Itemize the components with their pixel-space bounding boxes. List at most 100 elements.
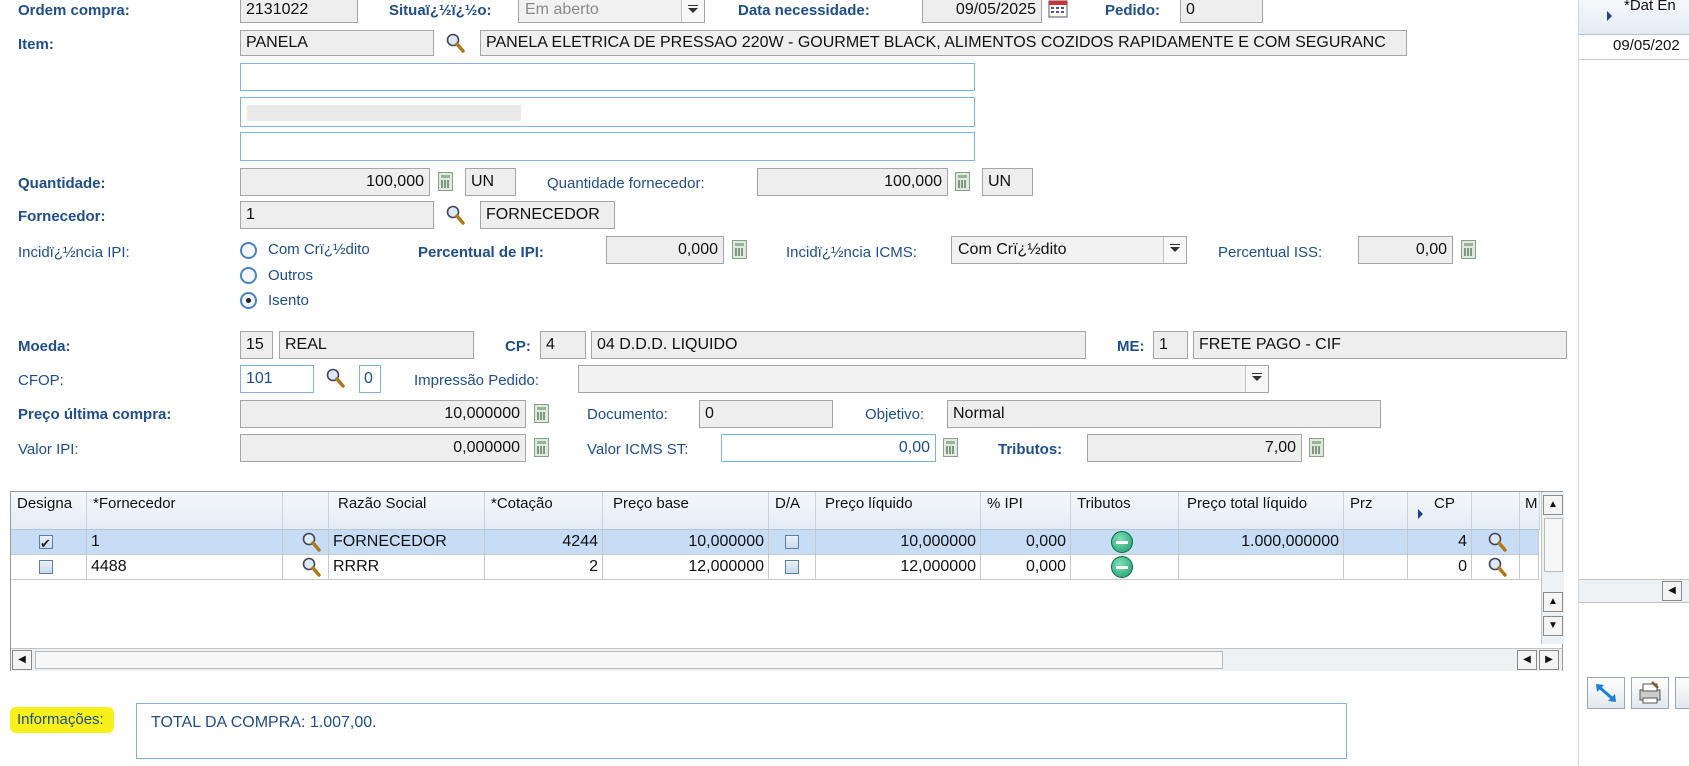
data-necessidade-field[interactable]: 09/05/2025 bbox=[922, 0, 1042, 23]
scroll-left-icon[interactable]: ◀ bbox=[12, 650, 32, 670]
search-icon[interactable] bbox=[301, 557, 321, 577]
fornecedor-cell[interactable]: 4488 bbox=[87, 555, 283, 580]
scroll-left-icon[interactable]: ◀ bbox=[1662, 581, 1682, 601]
prz-cell[interactable] bbox=[1344, 530, 1408, 555]
table-row[interactable]: 1 FORNECEDOR 4244 10,000000 10,000000 0,… bbox=[11, 530, 1539, 555]
column-header-preco-total-liquido[interactable]: Preço total líquido bbox=[1179, 492, 1344, 530]
column-header-preco-base[interactable]: Preço base bbox=[603, 492, 769, 530]
lookup-cell[interactable] bbox=[283, 530, 329, 555]
print-settings-button[interactable] bbox=[1631, 677, 1669, 709]
calculator-icon[interactable] bbox=[1461, 240, 1476, 259]
side-panel-row[interactable]: 09/05/202 bbox=[1579, 34, 1689, 60]
scroll-right-icon[interactable]: ▶ bbox=[1539, 650, 1559, 670]
calculator-icon[interactable] bbox=[1309, 438, 1324, 457]
column-header-m[interactable]: M bbox=[1520, 492, 1540, 530]
search-icon[interactable] bbox=[445, 33, 465, 53]
pedido-field[interactable]: 0 bbox=[1180, 0, 1263, 23]
column-header-prz[interactable]: Prz bbox=[1344, 492, 1408, 530]
search-icon[interactable] bbox=[325, 368, 345, 388]
cp-cell[interactable]: 4 bbox=[1408, 530, 1472, 555]
designa-checkbox[interactable] bbox=[39, 560, 53, 574]
search-icon[interactable] bbox=[445, 205, 465, 225]
tributos-icon[interactable] bbox=[1111, 556, 1133, 578]
table-row[interactable]: 4488 RRRR 2 12,000000 12,000000 0,000 0 bbox=[11, 555, 1539, 580]
column-header-ipi[interactable]: % IPI bbox=[981, 492, 1071, 530]
vertical-scroll-thumb[interactable] bbox=[1544, 518, 1563, 572]
calculator-icon[interactable] bbox=[534, 404, 549, 423]
calculator-icon[interactable] bbox=[438, 172, 453, 191]
preco-base-cell[interactable]: 12,000000 bbox=[603, 555, 769, 580]
valor-icms-st-field[interactable]: 0,00 bbox=[721, 434, 936, 462]
column-header-fornecedor[interactable]: *Fornecedor bbox=[87, 492, 283, 530]
quantidade-fornecedor-field[interactable]: 100,000 bbox=[757, 168, 948, 196]
impressao-pedido-select[interactable] bbox=[578, 365, 1269, 393]
da-checkbox[interactable] bbox=[785, 560, 799, 574]
cp-cell[interactable]: 0 bbox=[1408, 555, 1472, 580]
me-code-field[interactable]: 1 bbox=[1153, 331, 1188, 359]
tributos-icon[interactable] bbox=[1111, 531, 1133, 553]
lookup-cell[interactable] bbox=[283, 555, 329, 580]
cfop-code-field[interactable]: 101 bbox=[240, 365, 314, 393]
horizontal-scrollbar[interactable]: ◀ ◀ ▶ bbox=[11, 648, 1562, 671]
fornecedor-cell[interactable]: 1 bbox=[87, 530, 283, 555]
tributos-cell[interactable] bbox=[1071, 530, 1179, 555]
column-header-tributos[interactable]: Tributos bbox=[1071, 492, 1179, 530]
column-header-cp[interactable]: CP bbox=[1408, 492, 1472, 530]
item-text-line-3[interactable] bbox=[240, 132, 975, 161]
ordem-compra-field[interactable]: 2131022 bbox=[240, 0, 358, 23]
item-description-field[interactable]: PANELA ELETRICA DE PRESSAO 220W - GOURME… bbox=[480, 30, 1407, 56]
percentual-ipi-field[interactable]: 0,000 bbox=[606, 236, 724, 264]
column-header-cotacao[interactable]: *Cotação bbox=[485, 492, 603, 530]
ipi-cell[interactable]: 0,000 bbox=[981, 530, 1071, 555]
percentual-iss-field[interactable]: 0,00 bbox=[1358, 236, 1453, 264]
horizontal-scroll-thumb[interactable] bbox=[35, 651, 1223, 669]
preco-liquido-cell[interactable]: 10,000000 bbox=[816, 530, 981, 555]
designa-checkbox[interactable] bbox=[39, 532, 53, 554]
cp-code-field[interactable]: 4 bbox=[540, 331, 586, 359]
column-header-designa[interactable]: Designa bbox=[11, 492, 87, 530]
informacoes-textarea[interactable]: TOTAL DA COMPRA: 1.007,00. bbox=[136, 703, 1347, 759]
column-header-lookup[interactable] bbox=[283, 492, 329, 530]
radio-ipi-com-credito[interactable] bbox=[240, 242, 257, 259]
column-header-razao-social[interactable]: Razão Social bbox=[329, 492, 485, 530]
chevron-down-icon[interactable] bbox=[1245, 366, 1268, 392]
chevron-down-icon[interactable] bbox=[1163, 237, 1186, 263]
cfop-sub-field[interactable]: 0 bbox=[359, 365, 381, 393]
preco-base-cell[interactable]: 10,000000 bbox=[603, 530, 769, 555]
item-text-line-1[interactable] bbox=[240, 63, 975, 91]
ipi-cell[interactable]: 0,000 bbox=[981, 555, 1071, 580]
column-header-da[interactable]: D/A bbox=[769, 492, 816, 530]
search-icon[interactable] bbox=[1487, 532, 1507, 552]
m-cell[interactable] bbox=[1520, 555, 1539, 580]
scroll-left-icon[interactable]: ◀ bbox=[1517, 650, 1537, 670]
radio-ipi-outros[interactable] bbox=[240, 267, 257, 284]
calculator-icon[interactable] bbox=[943, 438, 958, 457]
item-text-line-2[interactable] bbox=[240, 97, 975, 127]
calculator-icon[interactable] bbox=[955, 172, 970, 191]
prz-cell[interactable] bbox=[1344, 555, 1408, 580]
tributos-cell[interactable] bbox=[1071, 555, 1179, 580]
scroll-up-icon[interactable]: ▲ bbox=[1543, 592, 1563, 612]
situacao-select[interactable]: Em aberto bbox=[518, 0, 705, 23]
toolbar-button-partial[interactable] bbox=[1675, 677, 1689, 709]
chevron-down-icon[interactable] bbox=[681, 0, 704, 22]
da-cell[interactable] bbox=[769, 555, 816, 580]
calculator-icon[interactable] bbox=[534, 438, 549, 457]
cotacao-cell[interactable]: 4244 bbox=[485, 530, 603, 555]
fornecedor-code-field[interactable]: 1 bbox=[240, 201, 434, 229]
search-icon[interactable] bbox=[301, 532, 321, 552]
search-icon[interactable] bbox=[1487, 557, 1507, 577]
calendar-icon[interactable] bbox=[1048, 0, 1068, 18]
column-header-preco-liquido[interactable]: Preço líquido bbox=[816, 492, 981, 530]
vertical-scrollbar[interactable]: ▲ ▲ ▼ bbox=[1541, 492, 1564, 644]
resize-button[interactable] bbox=[1587, 677, 1625, 709]
preco-liquido-cell[interactable]: 12,000000 bbox=[816, 555, 981, 580]
lookup-cell[interactable] bbox=[1472, 530, 1520, 555]
item-code-field[interactable]: PANELA bbox=[240, 30, 434, 56]
designa-cell[interactable] bbox=[11, 555, 87, 580]
cotacao-cell[interactable]: 2 bbox=[485, 555, 603, 580]
documento-field[interactable]: 0 bbox=[699, 400, 833, 428]
side-panel-header[interactable]: *Dat En bbox=[1579, 0, 1689, 35]
da-checkbox[interactable] bbox=[785, 535, 799, 549]
designa-cell[interactable] bbox=[11, 530, 87, 555]
